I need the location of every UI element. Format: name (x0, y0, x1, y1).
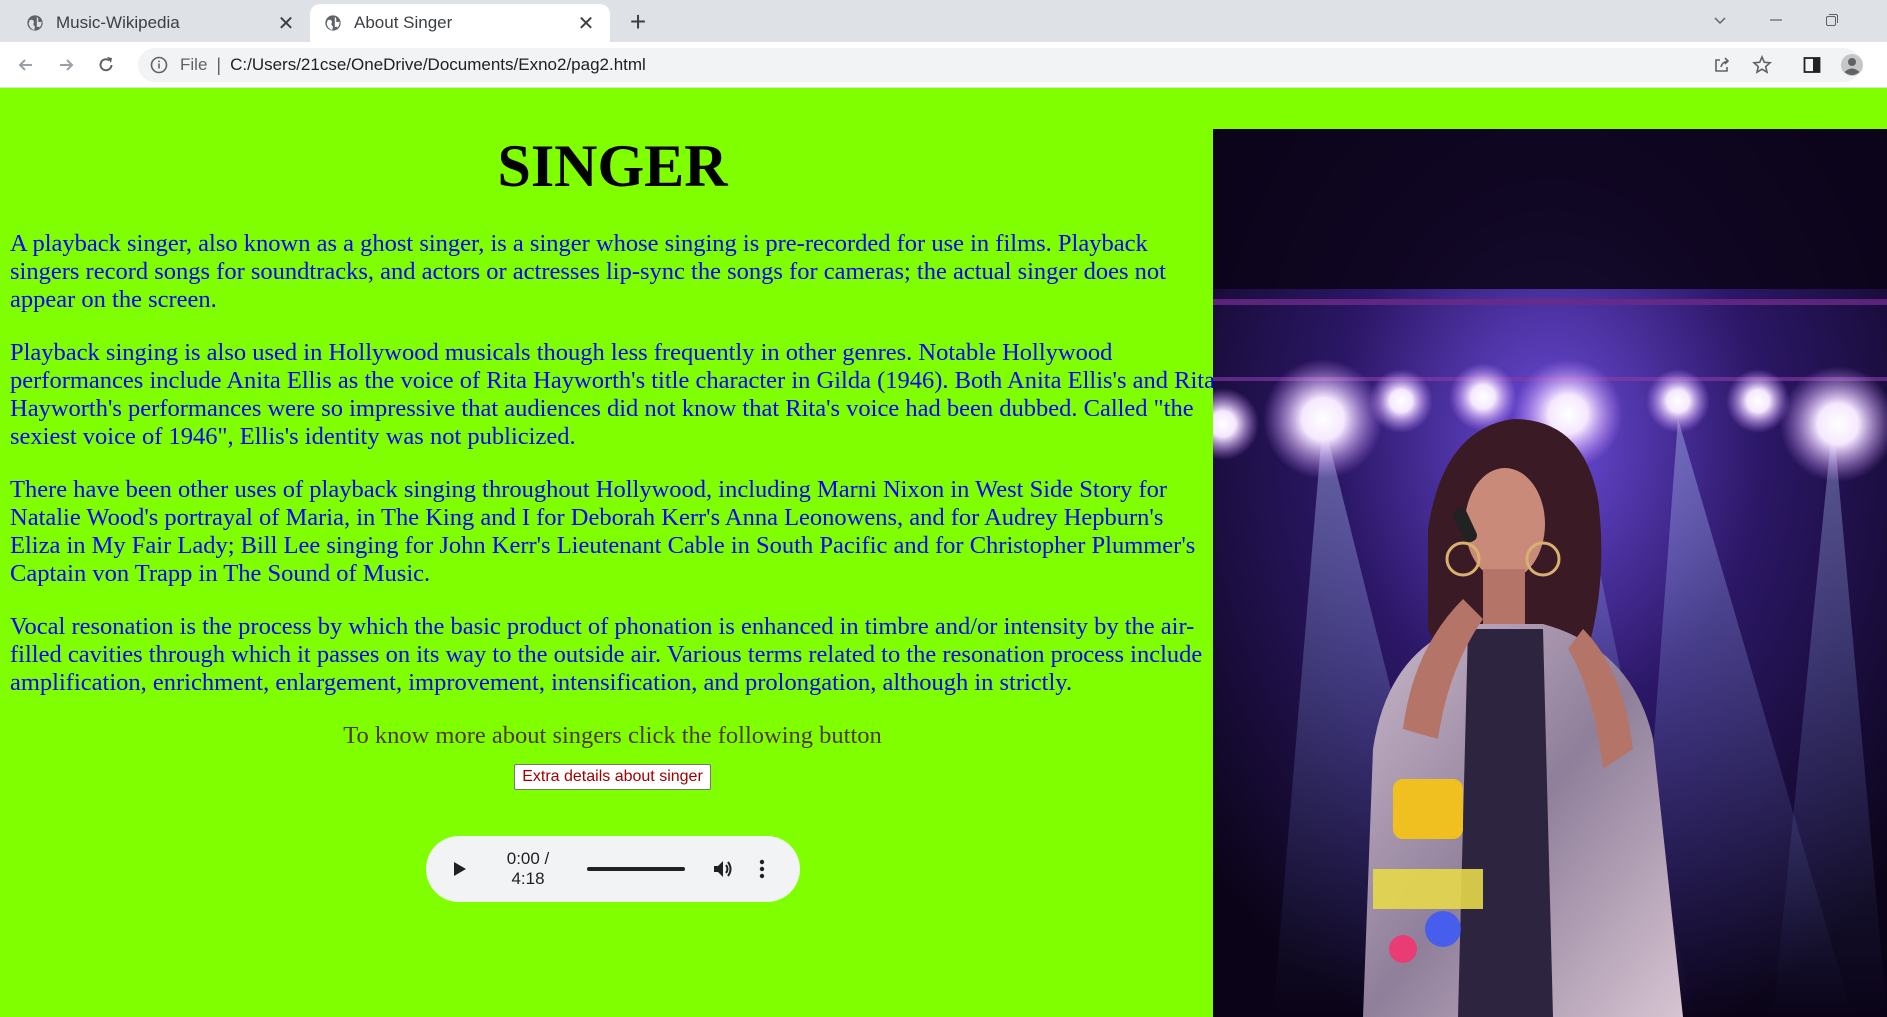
separator: | (216, 54, 222, 75)
chevron-down-icon[interactable] (1692, 0, 1748, 40)
tab-music-wikipedia[interactable]: Music-Wikipedia ✕ (12, 4, 310, 42)
scheme-label: File (180, 55, 208, 74)
minimize-icon[interactable] (1748, 0, 1804, 40)
content-column: SINGER A playback singer, also known as … (10, 88, 1215, 902)
close-icon[interactable]: ✕ (576, 13, 596, 35)
tab-title: Music-Wikipedia (56, 13, 180, 32)
extra-details-button[interactable]: Extra details about singer (514, 764, 711, 790)
paragraph: Vocal resonation is the process by which… (10, 613, 1203, 696)
globe-icon (325, 15, 341, 31)
globe-icon (27, 15, 43, 31)
prompt-text: To know more about singers click the fol… (343, 722, 882, 749)
restore-icon[interactable] (1804, 0, 1860, 40)
profile-icon[interactable] (1836, 49, 1868, 81)
browser-toolbar: File | C:/Users/21cse/OneDrive/Documents… (0, 42, 1887, 88)
play-icon[interactable] (448, 856, 473, 882)
info-icon[interactable] (150, 56, 168, 74)
paragraph: Playback singing is also used in Hollywo… (10, 339, 1215, 450)
url-text[interactable]: C:/Users/21cse/OneDrive/Documents/Exno2/… (230, 55, 646, 75)
back-icon[interactable] (10, 49, 42, 81)
volume-icon[interactable] (711, 856, 736, 882)
tab-strip: Music-Wikipedia ✕ About Singer ✕ + (0, 0, 1887, 42)
star-icon[interactable] (1746, 49, 1778, 81)
share-icon[interactable] (1706, 49, 1738, 81)
more-options-icon[interactable] (752, 856, 772, 882)
page-title: SINGER (497, 133, 728, 199)
tab-title: About Singer (354, 13, 453, 32)
audio-player[interactable]: 0:00 / 4:18 (425, 836, 800, 902)
side-panel-icon[interactable] (1796, 49, 1828, 81)
singer-photo (1213, 129, 1887, 1017)
reload-icon[interactable] (90, 49, 122, 81)
plus-icon[interactable]: + (622, 6, 654, 38)
close-icon[interactable]: ✕ (276, 13, 296, 35)
page-content: SINGER A playback singer, also known as … (0, 88, 1887, 1017)
paragraph: There have been other uses of playback s… (10, 476, 1196, 587)
paragraph: A playback singer, also known as a ghost… (10, 230, 1166, 313)
seek-slider[interactable] (587, 867, 685, 871)
forward-icon[interactable] (50, 49, 82, 81)
address-bar[interactable]: File | C:/Users/21cse/OneDrive/Documents… (138, 48, 1861, 82)
time-display: 0:00 / 4:18 (506, 849, 550, 888)
tab-about-singer[interactable]: About Singer ✕ (310, 4, 610, 42)
